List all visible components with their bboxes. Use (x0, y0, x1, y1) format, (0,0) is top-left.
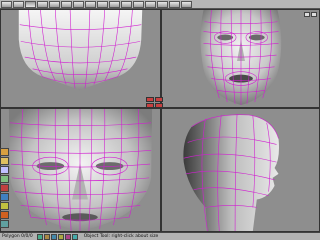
view-icon[interactable] (169, 0, 180, 8)
maximize-icon[interactable] (304, 12, 310, 17)
viewport-front[interactable] (161, 9, 320, 108)
material-icon[interactable] (133, 0, 144, 8)
left-tool-strip (0, 148, 10, 232)
swap-view-button[interactable] (155, 97, 163, 102)
snap-icon[interactable] (157, 0, 168, 8)
grid-icon[interactable] (36, 233, 43, 240)
weld-icon[interactable] (0, 211, 9, 219)
swap-view-button[interactable] (155, 103, 163, 108)
status-text: Polygon 0/0/0 (2, 234, 33, 239)
top-view-mesh (18, 10, 143, 91)
render-icon[interactable] (121, 0, 132, 8)
extrude-icon[interactable] (0, 193, 9, 201)
eye-icon[interactable] (57, 233, 64, 240)
light-icon[interactable] (109, 0, 120, 8)
viewport-switch-controls (146, 97, 164, 111)
eraser-icon[interactable] (0, 166, 9, 174)
bevel-icon[interactable] (0, 202, 9, 210)
knife-icon[interactable] (0, 184, 9, 192)
zoom-view-mesh (8, 109, 153, 231)
snap-icon[interactable] (43, 233, 50, 240)
viewport-zoom[interactable] (0, 108, 161, 232)
move-icon[interactable] (25, 0, 36, 8)
smooth-icon[interactable] (0, 175, 9, 183)
grid-icon[interactable] (145, 0, 156, 8)
file-icon[interactable] (1, 0, 12, 8)
main-toolbar (0, 0, 320, 9)
viewport-perspective[interactable] (161, 108, 320, 232)
viewport-mini-tools (304, 12, 317, 17)
scale-icon[interactable] (49, 0, 60, 8)
select-icon[interactable] (13, 0, 24, 8)
swap-view-button[interactable] (146, 103, 154, 108)
close-icon[interactable] (311, 12, 317, 17)
bridge-icon[interactable] (0, 220, 9, 228)
swap-view-button[interactable] (146, 97, 154, 102)
lock-icon[interactable] (50, 233, 57, 240)
camera-icon[interactable] (97, 0, 108, 8)
light-icon[interactable] (64, 233, 71, 240)
polygon-icon[interactable] (61, 0, 72, 8)
pencil-icon[interactable] (0, 157, 9, 165)
perspective-view-mesh (183, 113, 280, 231)
brush-icon[interactable] (0, 148, 9, 156)
settings-icon[interactable] (181, 0, 192, 8)
rotate-icon[interactable] (37, 0, 48, 8)
edge-icon[interactable] (73, 0, 84, 8)
camera-icon[interactable] (71, 233, 78, 240)
status-hint: Object Tool: right-click about size (83, 234, 159, 239)
status-icons (36, 233, 78, 240)
modeling-app-window: Polygon 0/0/0 Object Tool: right-click a… (0, 0, 320, 240)
front-view-mesh (200, 10, 282, 106)
status-bar: Polygon 0/0/0 Object Tool: right-click a… (0, 232, 320, 240)
vertex-icon[interactable] (85, 0, 96, 8)
viewport-top[interactable] (0, 9, 161, 108)
